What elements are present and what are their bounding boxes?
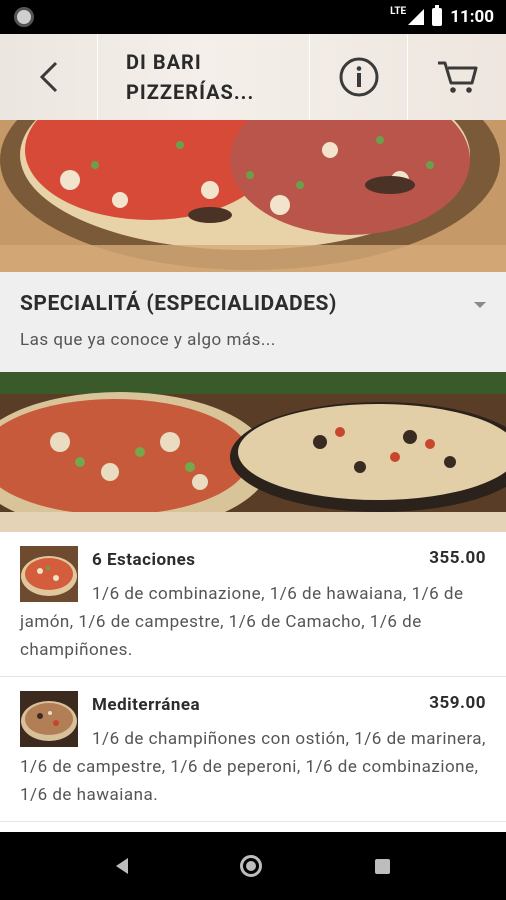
product-price: 359.00 (429, 693, 486, 713)
title-area: DI BARI PIZZERÍAS... (98, 34, 310, 120)
product-description: 1/6 de champiñones con ostión, 1/6 de ma… (20, 729, 486, 805)
product-price: 355.00 (429, 548, 486, 568)
product-thumbnail (20, 546, 78, 602)
info-icon (338, 56, 380, 98)
system-nav-bar (0, 832, 506, 900)
nav-back-icon[interactable] (116, 858, 129, 874)
back-arrow-icon (38, 60, 60, 94)
list-item[interactable]: Mediterránea 359.00 1/6 de champiñones c… (0, 677, 506, 822)
cart-button[interactable] (408, 34, 506, 120)
category-image (0, 372, 506, 532)
product-list: 6 Estaciones 355.00 1/6 de combinazione,… (0, 532, 506, 832)
list-item[interactable]: 6 Estaciones 355.00 1/6 de combinazione,… (0, 532, 506, 677)
back-button[interactable] (0, 34, 98, 120)
category-title: SPECIALITÁ (ESPECIALIDADES) (20, 292, 337, 316)
status-icons: LTE 11:00 (390, 5, 494, 27)
app-bar: DI BARI PIZZERÍAS... (0, 34, 506, 120)
product-name: Mediterránea (92, 695, 201, 715)
category-header[interactable]: SPECIALITÁ (ESPECIALIDADES) Las que ya c… (0, 272, 506, 372)
category-subtitle: Las que ya conoce y algo más... (20, 330, 276, 350)
dropdown-arrow-icon[interactable] (474, 302, 486, 308)
product-name: 6 Estaciones (92, 550, 196, 570)
product-thumbnail (20, 691, 78, 747)
notification-area (14, 7, 34, 27)
hero-image (0, 120, 506, 272)
product-description: 1/6 de combinazione, 1/6 de hawaiana, 1/… (20, 584, 464, 660)
cart-icon (436, 59, 478, 95)
page-title: DI BARI PIZZERÍAS... (126, 50, 255, 104)
notification-icon (14, 7, 34, 27)
network-type: LTE (390, 5, 407, 17)
signal-icon (408, 9, 425, 25)
clock: 11:00 (450, 7, 494, 27)
nav-recents-icon[interactable] (374, 858, 390, 874)
status-bar: LTE 11:00 (0, 0, 506, 34)
battery-icon (432, 5, 443, 26)
nav-home-icon[interactable] (240, 855, 263, 877)
info-button[interactable] (310, 34, 408, 120)
